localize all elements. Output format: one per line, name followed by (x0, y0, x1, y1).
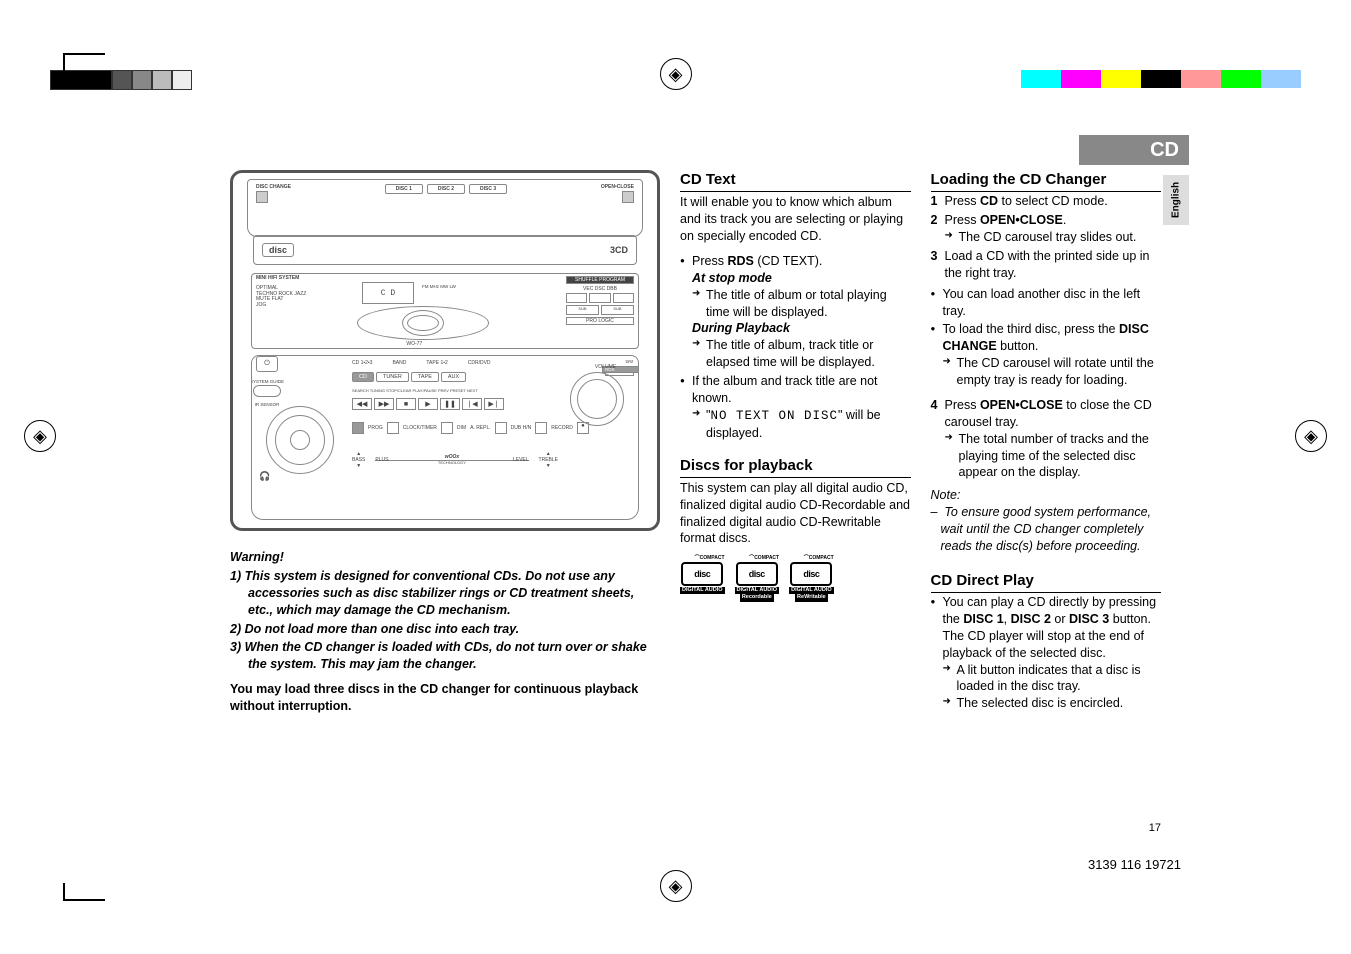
warning-item-1: 1) This system is designed for conventio… (230, 568, 660, 619)
cd-source-button: CD (352, 372, 374, 382)
direct-bullet: You can play a CD directly by pressing t… (931, 594, 1162, 712)
stop-mode-line: The title of album or total playing time… (692, 287, 911, 321)
disc3-button: DISC 3 (469, 184, 507, 194)
warning-block: Warning! 1) This system is designed for … (230, 549, 660, 715)
pause-icon: ❚❚ (440, 398, 460, 410)
rewind-icon: ◀◀ (352, 398, 372, 410)
discs-body: This system can play all digital audio C… (680, 480, 911, 548)
discs-heading: Discs for playback (680, 456, 911, 478)
prev-icon: ❘◀ (462, 398, 482, 410)
at-stop-mode: At stop mode (692, 270, 911, 287)
cd-text-intro: It will enable you to know which album a… (680, 194, 911, 245)
document-code: 3139 116 19721 (1088, 857, 1181, 872)
disc-logos: ⌒COMPACT disc DIGITAL AUDIO ⌒COMPACT dis… (680, 555, 911, 602)
language-tab: English (1163, 175, 1189, 225)
loading-heading: Loading the CD Changer (931, 170, 1162, 192)
cd-text-not-known: If the album and track title are not kno… (680, 373, 911, 442)
registration-mark-bottom: ◈ (660, 870, 692, 902)
device-diagram: DISC CHANGE DISC 1 DISC 2 DISC 3 OPEN•CL… (230, 170, 660, 531)
open-close-label: OPEN•CLOSE (601, 184, 634, 190)
warning-footnote: You may load three discs in the CD chang… (230, 681, 660, 715)
disc-change-label: DISC CHANGE (256, 184, 291, 190)
stop-icon: ■ (396, 398, 416, 410)
direct-heading: CD Direct Play (931, 571, 1162, 593)
crop-mark (63, 883, 105, 901)
ffwd-icon: ▶▶ (374, 398, 394, 410)
direct-sub-1: A lit button indicates that a disc is lo… (943, 662, 1162, 696)
volume-label: VOLUME (595, 364, 616, 370)
play-icon: ▶ (418, 398, 438, 410)
disc-logo: disc (262, 243, 294, 257)
during-line: The title of album, track title or elaps… (692, 337, 911, 371)
loading-bullet-left-tray: You can load another disc in the left tr… (931, 286, 1162, 320)
direct-sub-2: The selected disc is encircled. (943, 695, 1162, 712)
warning-title: Warning! (230, 549, 660, 566)
loading-step-1: 1Press CD to select CD mode. (931, 193, 1162, 210)
3cd-logo: 3CD (610, 245, 628, 255)
volume-knob (570, 372, 624, 426)
loading-step-2: 2Press OPEN•CLOSE. The CD carousel tray … (931, 212, 1162, 246)
cd-text-press: Press RDS (CD TEXT). At stop mode The ti… (680, 253, 911, 371)
cd-text-heading: CD Text (680, 170, 911, 192)
no-text-line: "NO TEXT ON DISC" will be displayed. (692, 407, 911, 442)
page-number: 17 (1149, 822, 1161, 834)
loading-bullet-third-disc: To load the third disc, press the DISC C… (931, 321, 1162, 389)
warning-item-3: 3) When the CD changer is loaded with CD… (230, 639, 660, 673)
disc2-button: DISC 2 (427, 184, 465, 194)
warning-item-2: 2) Do not load more than one disc into e… (230, 621, 660, 638)
next-icon: ▶❘ (484, 398, 504, 410)
registration-mark-left: ◈ (24, 420, 56, 452)
during-playback: During Playback (692, 320, 911, 337)
left-knob: 🎧 (266, 406, 334, 474)
page-header-tab: CD (1079, 135, 1189, 165)
registration-mark-top: ◈ (660, 58, 692, 90)
loading-step-3: 3Load a CD with the printed side up in t… (931, 248, 1162, 282)
loading-note: Note: – To ensure good system performanc… (931, 487, 1162, 555)
disc1-button: DISC 1 (385, 184, 423, 194)
crop-mark (63, 53, 105, 71)
registration-mark-right: ◈ (1295, 420, 1327, 452)
loading-step-4: 4Press OPEN•CLOSE to close the CD carous… (931, 397, 1162, 481)
